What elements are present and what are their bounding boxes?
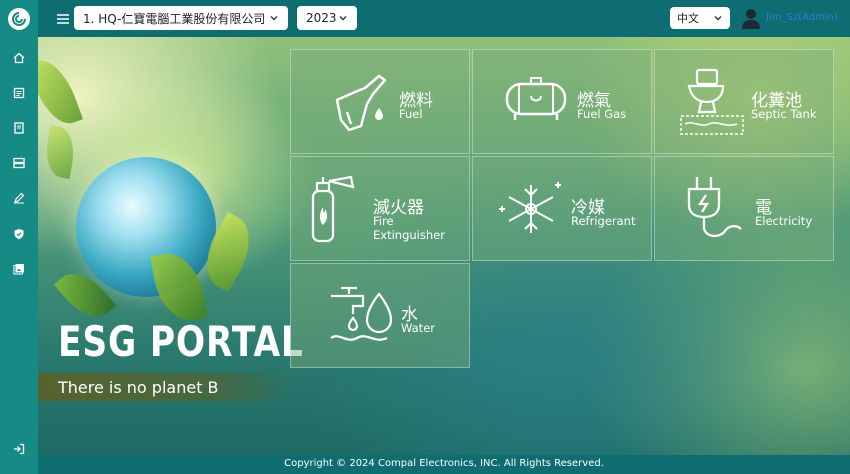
chevron-down-icon [714,16,722,21]
tile-en-label: Septic Tank [751,107,817,121]
tagline: There is no planet B [58,378,219,397]
tile-septic-tank[interactable]: 化糞池 Septic Tank [654,49,834,154]
tile-en-label: Fuel [399,107,423,121]
chevron-down-icon [339,16,347,21]
username-link[interactable]: Jim_Sz(Admin) [766,12,838,23]
tile-fire-extinguisher[interactable]: 滅火器 Fire Extinguisher [290,156,470,261]
year-select-value: 2023 [306,11,337,25]
water-tap-icon [330,286,393,341]
tile-fuel[interactable]: 燃料 Fuel [290,49,470,154]
leaf-decoration [38,53,83,131]
tile-en-label: Fire Extinguisher [373,214,445,242]
tile-en-label: Refrigerant [571,214,636,228]
year-select[interactable]: 2023 [297,6,357,30]
portal-title: ESG PORTAL [58,317,304,366]
tile-fuel-gas[interactable]: 燃氣 Fuel Gas [472,49,652,154]
shield-icon[interactable] [11,226,27,242]
tile-water[interactable]: 水 Water [290,263,470,368]
company-select-value: 1. HQ-仁寶電腦工業股份有限公司 [83,11,266,26]
leaf-decoration [41,124,79,180]
logout-icon[interactable] [11,441,27,457]
server-icon[interactable] [11,155,27,171]
book-icon[interactable] [11,120,27,136]
tile-en-label: Electricity [755,214,813,228]
chevron-down-icon [270,16,278,21]
hamburger-menu-icon[interactable] [56,11,70,25]
toilet-icon [680,68,744,135]
top-bar: 1. HQ-仁寶電腦工業股份有限公司 2023 中文 Jim_Sz(Admin) [38,0,850,37]
copyright-text: Copyright © 2024 Compal Electronics, INC… [284,458,604,469]
home-icon[interactable] [11,50,27,66]
footer: Copyright © 2024 Compal Electronics, INC… [38,455,850,474]
tile-refrigerant[interactable]: 冷媒 Refrigerant [472,156,652,261]
company-select[interactable]: 1. HQ-仁寶電腦工業股份有限公司 [74,6,288,30]
category-grid: 燃料 Fuel 燃氣 Fuel Gas 化糞池 Septic Tank 滅火器 … [290,49,836,369]
gallery-icon[interactable] [11,261,27,277]
gas-tank-icon [505,77,567,120]
tile-en-label: Water [401,321,435,335]
tile-electricity[interactable]: 電 Electricity [654,156,834,261]
tile-en-label: Fuel Gas [577,107,627,121]
compal-logo-icon[interactable] [8,8,30,30]
fire-extinguisher-icon [311,175,355,243]
language-select-value: 中文 [677,12,699,25]
sidebar [0,0,38,474]
snowflake-icon [499,182,561,233]
document-icon[interactable] [11,85,27,101]
fuel-pump-icon [335,74,387,132]
plug-icon [687,177,742,238]
language-select[interactable]: 中文 [670,7,730,29]
hero-banner: ESG PORTAL There is no planet B 燃料 Fuel … [38,37,850,455]
edit-icon[interactable] [11,190,27,206]
user-avatar-icon[interactable] [741,7,761,29]
